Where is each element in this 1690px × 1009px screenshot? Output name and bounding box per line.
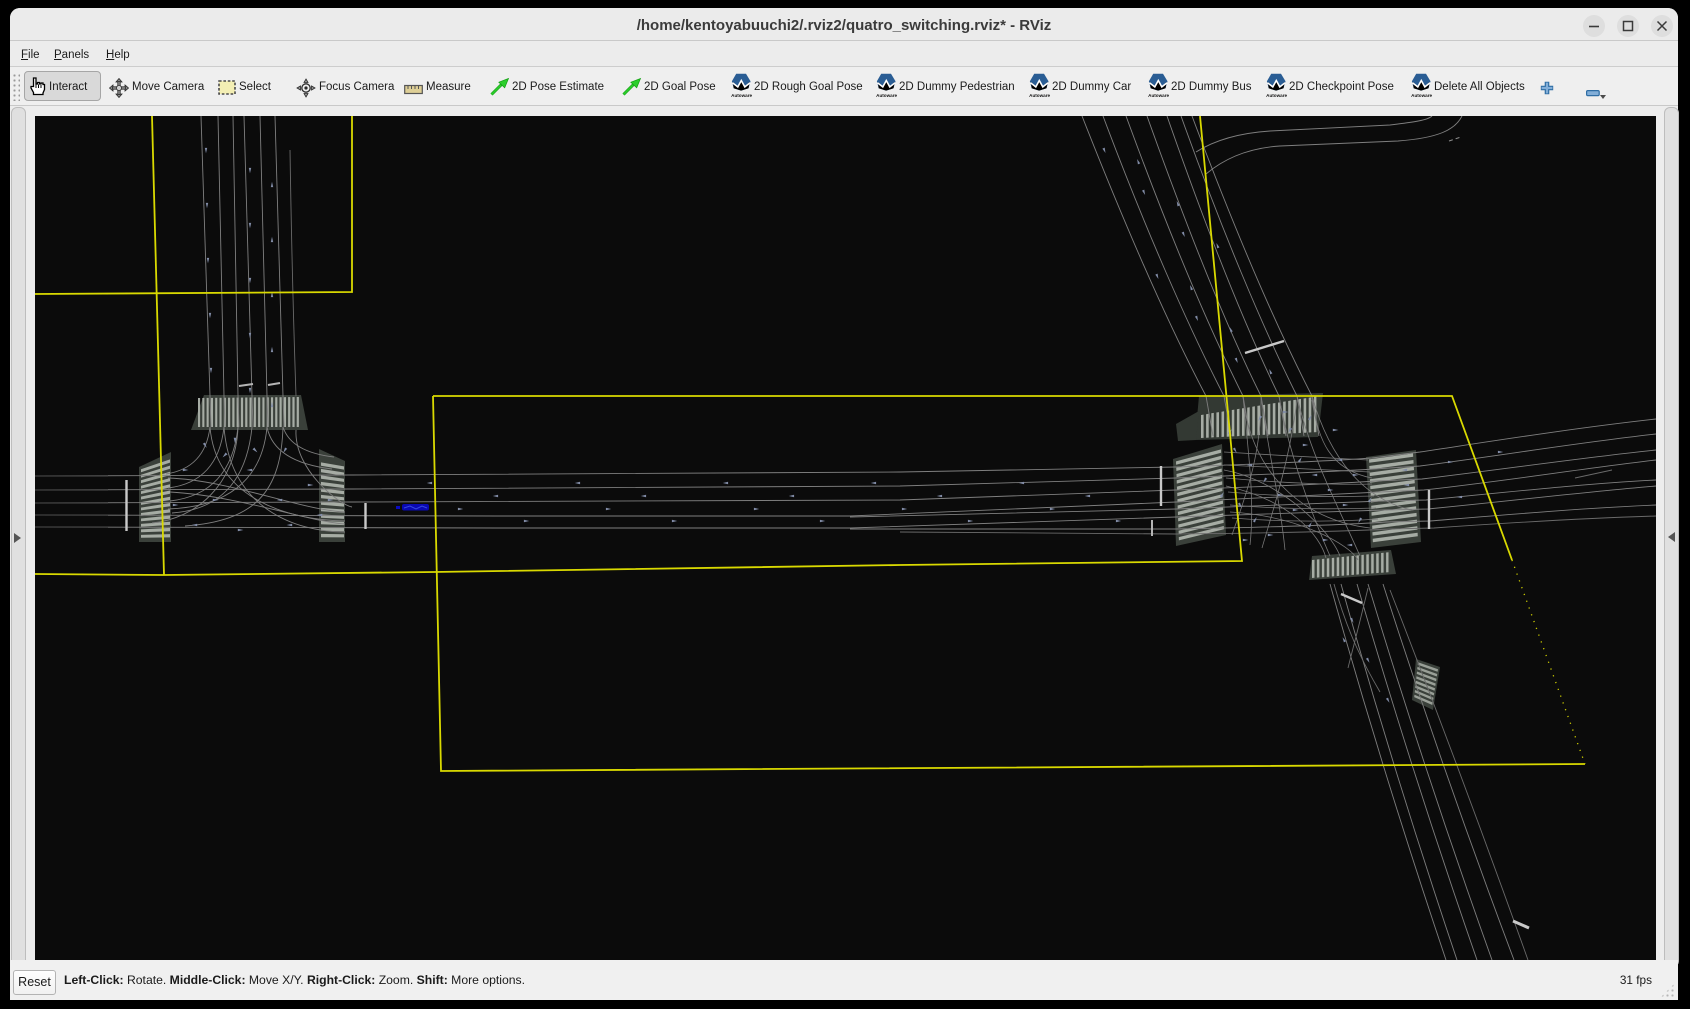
svg-text:Autoware: Autoware — [1266, 93, 1287, 98]
svg-text:Autoware: Autoware — [1148, 93, 1169, 98]
svg-text:Autoware: Autoware — [731, 93, 752, 98]
svg-text:Autoware: Autoware — [1411, 93, 1432, 98]
svg-text:Autoware: Autoware — [876, 93, 897, 98]
svg-text:Autoware: Autoware — [1029, 93, 1050, 98]
